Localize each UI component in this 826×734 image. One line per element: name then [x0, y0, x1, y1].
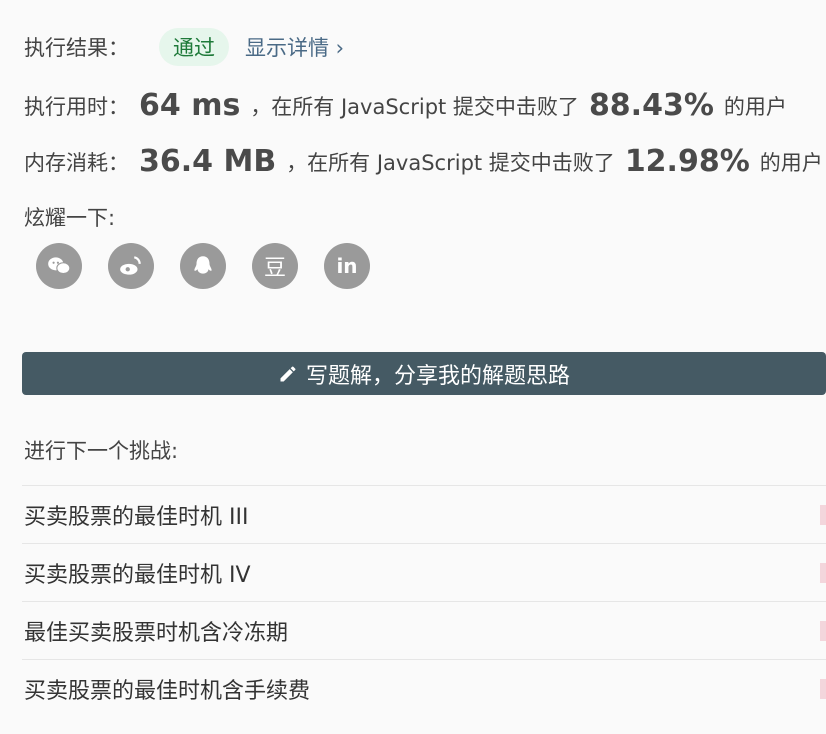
result-row: 执行结果： 通过 显示详情 › — [24, 28, 344, 66]
runtime-value: 64 ms — [139, 88, 241, 123]
list-item[interactable]: 买卖股票的最佳时机 III — [22, 485, 826, 543]
challenge-title: 买卖股票的最佳时机 IV — [24, 562, 251, 588]
challenge-title: 最佳买卖股票时机含冷冻期 — [24, 620, 289, 646]
next-challenge-title: 进行下一个挑战: — [24, 439, 179, 463]
show-details-link[interactable]: 显示详情 › — [245, 32, 344, 62]
linkedin-icon[interactable]: in — [324, 243, 370, 289]
qq-icon[interactable] — [180, 243, 226, 289]
memory-row: 内存消耗： 36.4 MB ，在所有 JavaScript 提交中击败了 12.… — [24, 144, 823, 179]
share-label: 炫耀一下: — [24, 206, 116, 230]
difficulty-marker — [820, 504, 826, 525]
pencil-icon — [280, 365, 296, 381]
list-item[interactable]: 买卖股票的最佳时机 IV — [22, 543, 826, 601]
result-label: 执行结果： — [24, 36, 129, 60]
share-buttons: 豆 in — [36, 243, 370, 289]
memory-suffix: 的用户 — [759, 150, 823, 175]
douban-icon[interactable]: 豆 — [252, 243, 298, 289]
challenge-title: 买卖股票的最佳时机含手续费 — [24, 678, 311, 704]
memory-percent: 12.98% — [624, 144, 750, 179]
memory-middle-text: ，在所有 JavaScript 提交中击败了 — [286, 150, 615, 175]
runtime-label: 执行用时： — [24, 94, 129, 119]
status-badge: 通过 — [159, 28, 229, 66]
runtime-percent: 88.43% — [588, 88, 714, 123]
runtime-middle-text: ，在所有 JavaScript 提交中击败了 — [250, 94, 579, 119]
challenge-list: 买卖股票的最佳时机 III 买卖股票的最佳时机 IV 最佳买卖股票时机含冷冻期 … — [22, 485, 826, 717]
linkedin-glyph: in — [336, 254, 358, 278]
write-solution-button[interactable]: 写题解，分享我的解题思路 — [22, 352, 826, 395]
list-item[interactable]: 买卖股票的最佳时机含手续费 — [22, 659, 826, 717]
write-solution-label: 写题解，分享我的解题思路 — [305, 363, 570, 389]
difficulty-marker — [820, 678, 826, 699]
runtime-row: 执行用时： 64 ms ，在所有 JavaScript 提交中击败了 88.43… — [24, 88, 787, 123]
runtime-suffix: 的用户 — [723, 94, 787, 119]
difficulty-marker — [820, 620, 826, 641]
share-row-label: 炫耀一下: — [24, 202, 115, 232]
douban-glyph: 豆 — [263, 256, 286, 281]
weibo-icon[interactable] — [108, 243, 154, 289]
memory-value: 36.4 MB — [139, 144, 277, 179]
wechat-icon[interactable] — [36, 243, 82, 289]
memory-label: 内存消耗： — [24, 150, 129, 175]
difficulty-marker — [820, 562, 826, 583]
challenge-title: 买卖股票的最佳时机 III — [24, 504, 249, 530]
list-item[interactable]: 最佳买卖股票时机含冷冻期 — [22, 601, 826, 659]
